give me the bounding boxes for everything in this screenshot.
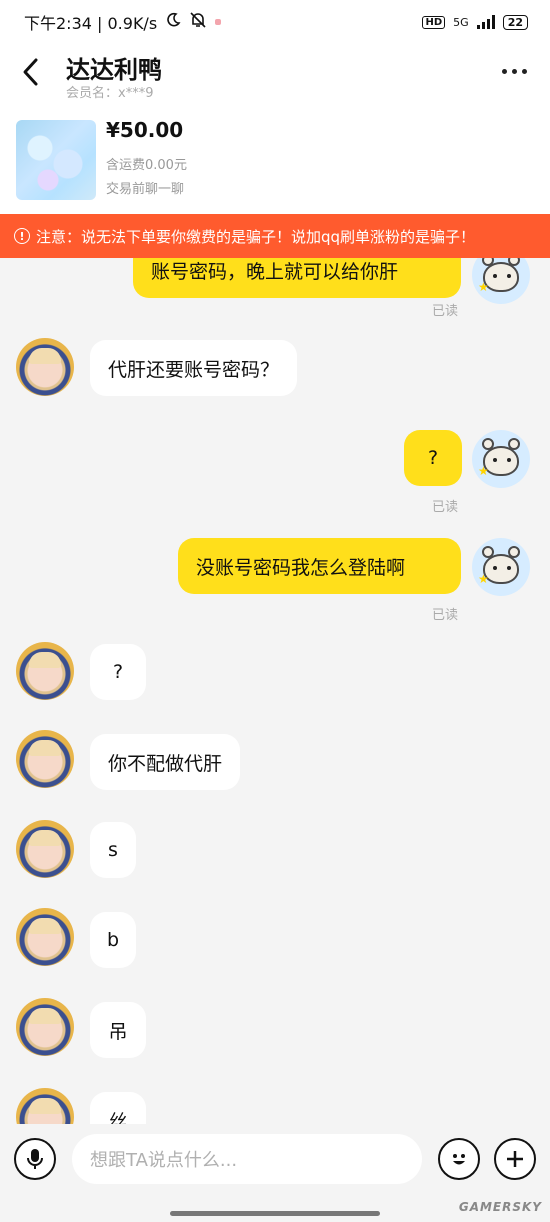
back-icon [23, 58, 38, 86]
message-bubble[interactable]: 账号密码，晚上就可以给你肝 [133, 258, 461, 298]
message-bubble[interactable]: b [90, 912, 136, 968]
mic-icon [27, 1149, 43, 1169]
product-card[interactable]: ¥50.00 含运费0.00元 交易前聊一聊 [0, 106, 550, 214]
seller-avatar[interactable] [16, 642, 74, 700]
warning-text: 注意：说无法下单要你缴费的是骗子！说加qq刷单涨粉的是骗子！ [36, 227, 476, 246]
warning-icon: ! [14, 228, 30, 244]
member-name: 会员名：x***9 [66, 86, 154, 101]
input-placeholder: 想跟TA说点什么... [90, 1150, 238, 1171]
my-avatar[interactable]: ★ [472, 430, 530, 488]
notification-dot [215, 19, 222, 25]
message-bubble[interactable]: 你不配做代肝 [90, 734, 241, 790]
seller-avatar[interactable] [16, 1088, 74, 1124]
home-indicator[interactable] [170, 1211, 380, 1216]
product-thumbnail[interactable] [16, 120, 96, 200]
network-label: 5G [453, 15, 469, 29]
more-icon [501, 68, 507, 74]
scam-warning-banner: ! 注意：说无法下单要你缴费的是骗子！说加qq刷单涨粉的是骗子！ [0, 214, 550, 258]
message-bubble[interactable]: ? [90, 644, 146, 700]
read-status: 已读 [432, 500, 459, 515]
my-avatar[interactable]: ★ [472, 258, 530, 304]
message-bubble[interactable]: ? [404, 430, 462, 486]
my-avatar[interactable]: ★ [472, 538, 530, 596]
back-button[interactable] [14, 52, 48, 92]
message-bubble[interactable]: 丝 [90, 1092, 146, 1124]
watermark: GAMERSKY [458, 1200, 542, 1214]
product-price: ¥50.00 [106, 118, 184, 142]
seller-avatar[interactable] [16, 908, 74, 966]
read-status: 已读 [432, 608, 459, 623]
hd-badge: HD [422, 15, 446, 29]
status-bar: 下午2:34 | 0.9K/s HD 5G 22 [0, 0, 550, 44]
emoji-icon [453, 1154, 465, 1165]
seller-avatar[interactable] [16, 730, 74, 788]
composer-bar: 想跟TA说点什么... GAMERSKY [0, 1124, 550, 1222]
emoji-button[interactable] [438, 1138, 480, 1180]
battery-indicator: 22 [502, 14, 528, 30]
read-status: 已读 [432, 304, 459, 319]
message-bubble[interactable]: 没账号密码我怎么登陆啊 [178, 538, 461, 594]
message-bubble[interactable]: 代肝还要账号密码？ [90, 340, 298, 396]
plus-icon [507, 1151, 523, 1167]
bell-off-icon [189, 11, 207, 33]
seller-avatar[interactable] [16, 998, 74, 1056]
status-time: 下午2:34 | 0.9K/s [24, 14, 158, 33]
more-button[interactable] [496, 56, 532, 86]
chat-header: 达达利鸭 会员名：x***9 [0, 44, 550, 106]
seller-avatar[interactable] [16, 820, 74, 878]
plus-button[interactable] [494, 1138, 536, 1180]
message-bubble[interactable]: 吊 [90, 1002, 146, 1058]
voice-button[interactable] [14, 1138, 56, 1180]
signal-icon [476, 15, 495, 29]
message-input[interactable]: 想跟TA说点什么... [72, 1134, 422, 1184]
chat-area[interactable]: 账号密码，晚上就可以给你肝 ★ 已读 代肝还要账号密码？ ? ★ 已读 没账号密… [0, 258, 550, 1124]
chat-title: 达达利鸭 [66, 56, 162, 84]
moon-icon [165, 12, 181, 32]
chat-first-note: 交易前聊一聊 [106, 182, 185, 197]
message-bubble[interactable]: s [90, 822, 136, 878]
seller-avatar[interactable] [16, 338, 74, 396]
shipping-info: 含运费0.00元 [106, 158, 187, 173]
